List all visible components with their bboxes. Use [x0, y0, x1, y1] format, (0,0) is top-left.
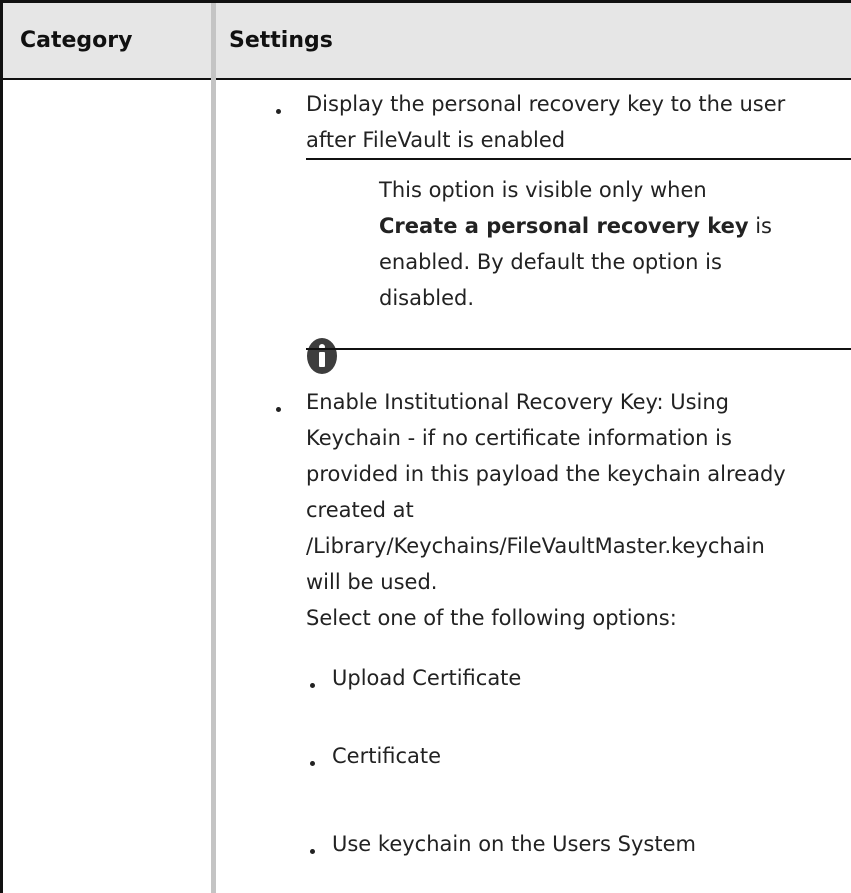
item2-line3: provided in this payload the keychain al… [306, 462, 786, 486]
bullet [310, 761, 315, 766]
bullet [310, 683, 315, 688]
item2-line7: Select one of the following options: [306, 606, 677, 630]
note-bottom-rule [306, 348, 851, 350]
header-category: Category [20, 28, 133, 53]
item2-line5: /Library/Keychains/FileVaultMaster.keych… [306, 534, 765, 558]
item2-line1: Enable Institutional Recovery Key: Using [306, 390, 729, 414]
note-line2-rest: is [748, 214, 772, 238]
table-header-row: Category Settings [3, 3, 851, 80]
info-icon [307, 338, 337, 374]
bullet [276, 109, 281, 114]
item2-line4: created at [306, 498, 414, 522]
option-use-keychain: Use keychain on the Users System [332, 832, 696, 856]
note-line1: This option is visible only when [379, 178, 707, 202]
note-line3: enabled. By default the option is [379, 250, 722, 274]
document-page: Category Settings Display the personal r… [0, 0, 851, 893]
option-certificate: Certificate [332, 744, 442, 768]
header-settings: Settings [229, 28, 333, 53]
option-upload-certificate: Upload Certificate [332, 666, 522, 690]
note-bold-text: Create a personal recovery key [379, 214, 749, 238]
note-top-rule [306, 158, 851, 160]
note-line2: Create a personal recovery key is [379, 214, 772, 238]
item2-line6: will be used. [306, 570, 438, 594]
item1-line2: after FileVault is enabled [306, 128, 566, 152]
note-line4: disabled. [379, 286, 475, 310]
item2-line2: Keychain - if no certificate information… [306, 426, 732, 450]
bullet [310, 849, 315, 854]
bullet [276, 407, 281, 412]
settings-cell: Display the personal recovery key to the… [216, 80, 851, 893]
item1-line1: Display the personal recovery key to the… [306, 92, 786, 116]
